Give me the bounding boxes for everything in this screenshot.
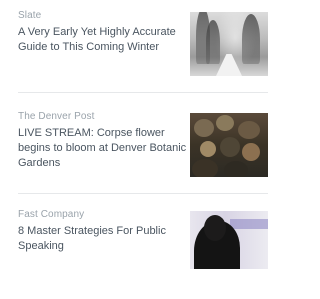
feed-item-text: Fast Company 8 Master Strategies For Pub… <box>18 209 190 254</box>
crowd-shape <box>242 143 260 161</box>
feed-item-source: Fast Company <box>18 209 85 220</box>
divider <box>18 193 268 194</box>
feed-item-text: Slate A Very Early Yet Highly Accurate G… <box>18 10 190 55</box>
tree-silhouette <box>242 14 260 64</box>
feed-item-headline[interactable]: LIVE STREAM: Corpse flower begins to blo… <box>18 126 190 171</box>
feed-item-text: The Denver Post LIVE STREAM: Corpse flow… <box>18 111 190 171</box>
feed-item-headline[interactable]: A Very Early Yet Highly Accurate Guide t… <box>18 25 190 55</box>
crowd-shape <box>192 159 218 177</box>
speaker-thumbnail[interactable] <box>190 211 268 269</box>
speaker-head <box>204 215 226 241</box>
crowd-shape <box>224 161 248 177</box>
presentation-screen <box>230 219 268 229</box>
tree-silhouette <box>206 20 220 64</box>
crowd-shape <box>238 121 260 139</box>
crowd-shape <box>200 141 216 157</box>
crowd-shape <box>216 115 234 131</box>
feed-item-headline[interactable]: 8 Master Strategies For Public Speaking <box>18 224 190 254</box>
divider <box>18 92 268 93</box>
feed-item-source: Slate <box>18 10 42 21</box>
winter-road-thumbnail[interactable] <box>190 12 268 76</box>
crowd-shape <box>220 137 240 157</box>
crowd-gardens-thumbnail[interactable] <box>190 113 268 177</box>
crowd-shape <box>194 119 214 137</box>
feed-item-source: The Denver Post <box>18 111 95 122</box>
news-feed: Slate A Very Early Yet Highly Accurate G… <box>0 0 268 269</box>
